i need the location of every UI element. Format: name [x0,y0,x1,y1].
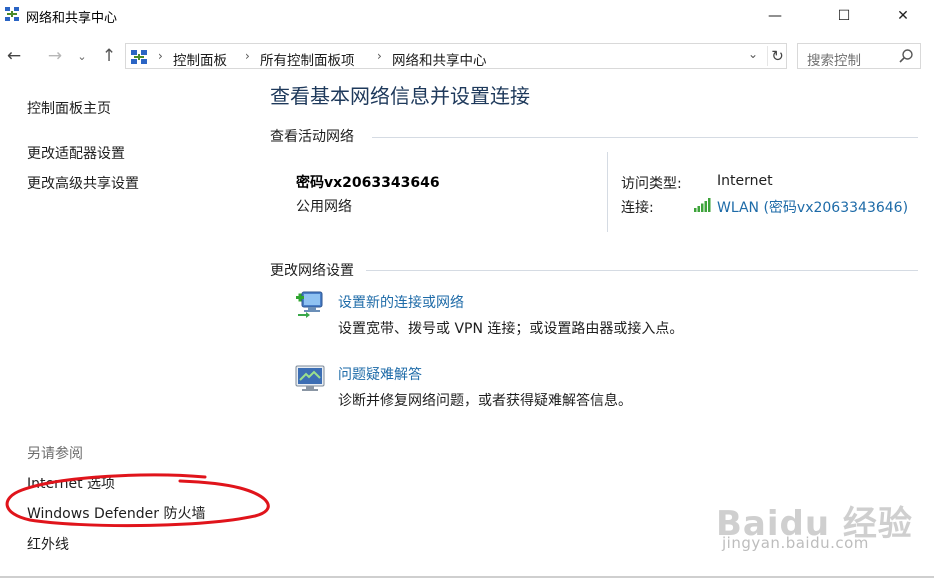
title-bar: 网络和共享中心 — ☐ ✕ [0,0,934,32]
breadcrumb-separator[interactable]: › [377,49,382,63]
section-divider [366,270,918,271]
navigation-bar: ← → ⌄ ↑ › 控制面板 › 所有控制面板项 › 网络和共享中心 ⌄ ↻ 搜… [0,40,934,72]
control-panel-icon [131,50,147,64]
troubleshoot-description: 诊断并修复网络问题，或者获得疑难解答信息。 [338,393,632,409]
section-divider [372,137,918,138]
troubleshoot-link[interactable]: 问题疑难解答 [338,364,422,384]
access-type-value: Internet [717,173,773,189]
up-arrow-icon: ↑ [101,46,117,66]
minimize-icon: — [768,7,782,24]
breadcrumb-separator: › [158,49,163,63]
forward-arrow-icon: → [47,46,63,66]
baidu-watermark-url: jingyan.baidu.com [722,534,869,552]
network-name: 密码vx2063343646 [296,175,440,191]
sidebar-link-advanced-sharing[interactable]: 更改高级共享设置 [27,173,139,193]
connection-label: 连接: [621,200,654,216]
back-arrow-icon: ← [6,46,22,66]
troubleshoot-icon [295,365,325,391]
sidebar-link-home[interactable]: 控制面板主页 [27,98,111,118]
network-center-icon [5,7,19,21]
page-title: 查看基本网络信息并设置连接 [270,84,530,108]
setup-connection-link[interactable]: 设置新的连接或网络 [338,292,464,312]
sidebar-link-adapter-settings[interactable]: 更改适配器设置 [27,143,125,163]
chevron-down-icon: ⌄ [77,49,87,63]
up-button[interactable]: ↑ [97,44,121,68]
breadcrumb-network-center[interactable]: 网络和共享中心 [392,49,487,69]
vertical-divider [607,152,608,232]
address-dropdown-icon[interactable]: ⌄ [748,47,758,61]
recent-locations-button[interactable]: ⌄ [70,44,94,68]
breadcrumb-control-panel[interactable]: 控制面板 [173,49,227,69]
access-type-label: 访问类型: [621,176,682,192]
close-icon: ✕ [897,7,909,24]
refresh-button[interactable]: ↻ [767,46,787,66]
search-icon[interactable] [898,48,914,64]
active-networks-heading: 查看活动网络 [270,129,354,145]
sidebar-link-firewall[interactable]: Windows Defender 防火墙 [27,503,205,523]
setup-connection-description: 设置宽带、拨号或 VPN 连接；或设置路由器或接入点。 [338,321,684,337]
refresh-icon: ↻ [771,47,784,65]
see-also-heading: 另请参阅 [27,446,83,462]
minimize-button[interactable]: — [752,0,798,31]
breadcrumb-separator[interactable]: › [245,49,250,63]
forward-button[interactable]: → [43,44,67,68]
search-box[interactable]: 搜索控制 [797,43,921,69]
sidebar-link-infrared[interactable]: 红外线 [27,534,69,554]
new-connection-icon [296,291,323,318]
maximize-icon: ☐ [837,7,851,24]
sidebar-link-internet-options[interactable]: Internet 选项 [27,473,115,493]
window-title: 网络和共享中心 [26,11,118,26]
wlan-connection-link[interactable]: WLAN (密码vx2063343646) [717,197,908,217]
back-button[interactable]: ← [2,44,26,68]
network-category[interactable]: 公用网络 [296,196,352,216]
search-placeholder: 搜索控制 [807,53,861,69]
maximize-button[interactable]: ☐ [821,0,867,31]
close-button[interactable]: ✕ [880,0,926,31]
address-bar[interactable]: › 控制面板 › 所有控制面板项 › 网络和共享中心 ⌄ ↻ [125,43,787,69]
change-network-settings-heading: 更改网络设置 [270,263,354,279]
wifi-signal-icon [694,198,711,212]
breadcrumb-all-items[interactable]: 所有控制面板项 [260,49,355,69]
